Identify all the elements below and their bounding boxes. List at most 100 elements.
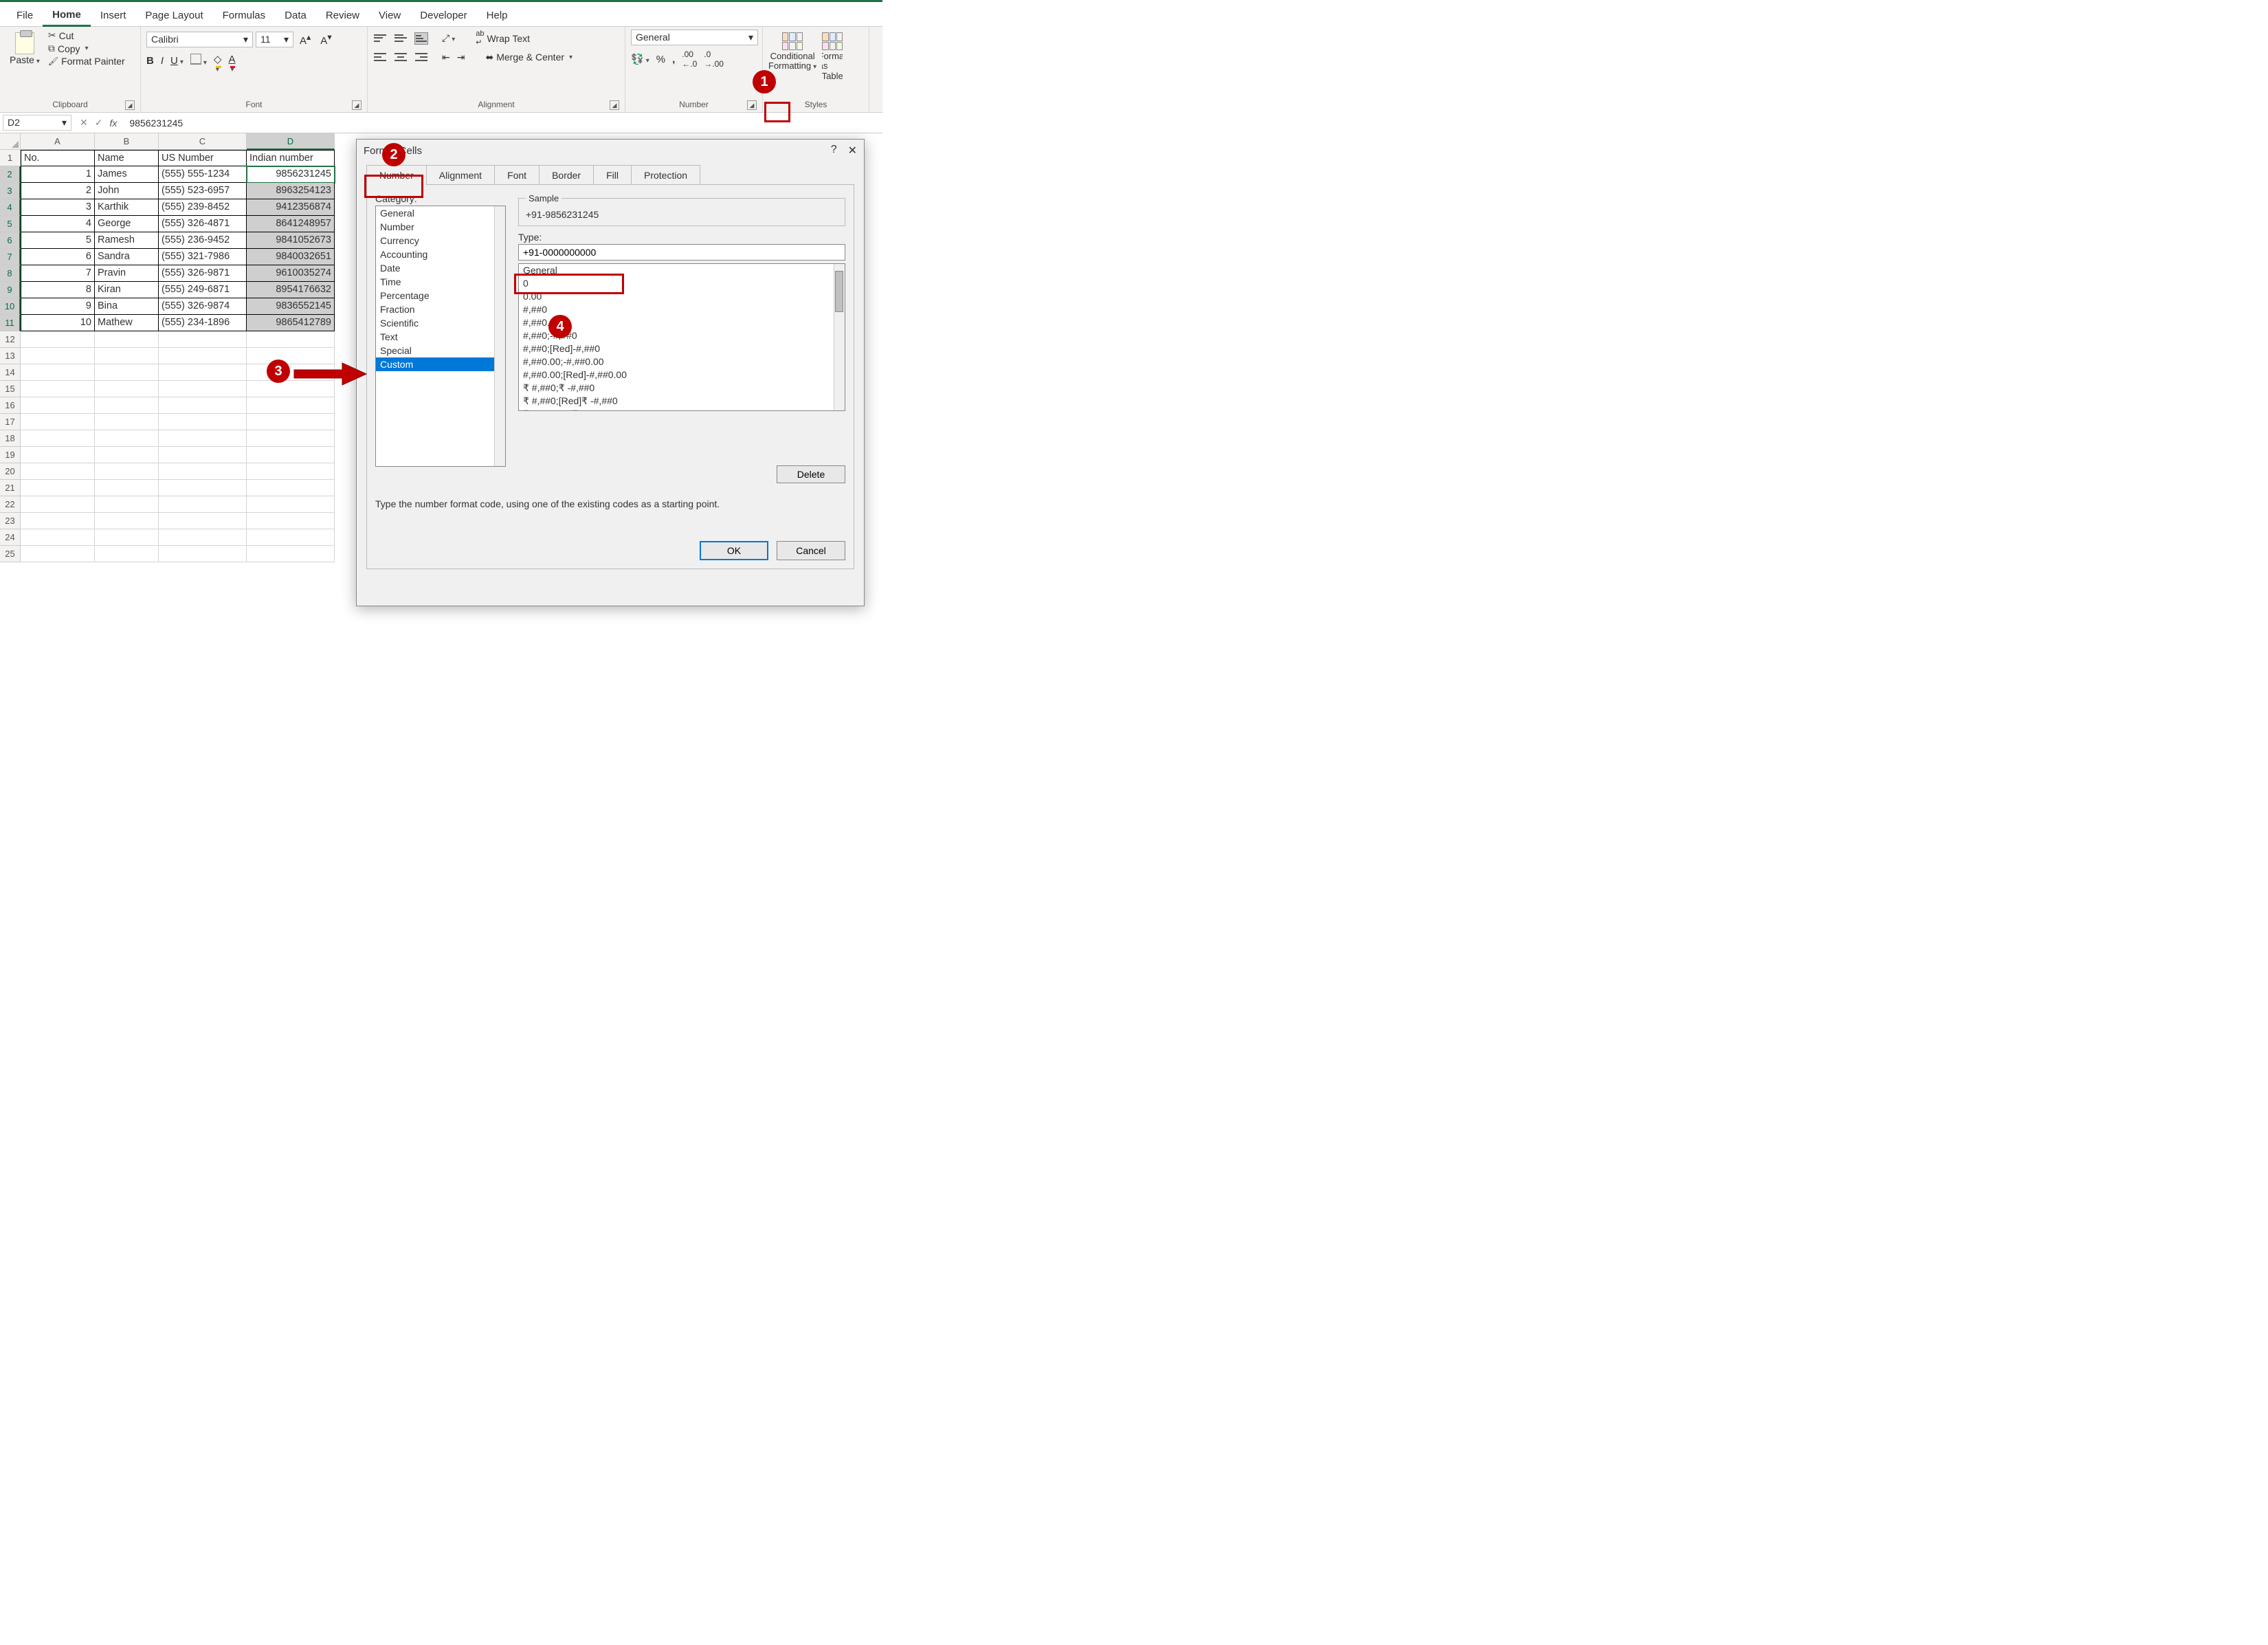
wrap-text-button[interactable]: ab↵Wrap Text: [476, 30, 530, 47]
cell[interactable]: 9840032651: [247, 249, 335, 265]
type-input[interactable]: [518, 244, 845, 261]
category-item[interactable]: Time: [376, 275, 505, 289]
cell[interactable]: [95, 381, 159, 397]
dialog-tab-number[interactable]: Number: [366, 165, 427, 185]
cell[interactable]: 8963254123: [247, 183, 335, 199]
cell[interactable]: (555) 249-6871: [159, 282, 247, 298]
cell[interactable]: 9610035274: [247, 265, 335, 282]
decrease-indent-icon[interactable]: ⇤: [442, 52, 450, 63]
cell[interactable]: [159, 496, 247, 513]
row-header[interactable]: 4: [0, 199, 21, 216]
tab-page-layout[interactable]: Page Layout: [135, 5, 212, 25]
font-size-combo[interactable]: 11▾: [256, 32, 293, 47]
dialog-tab-fill[interactable]: Fill: [594, 165, 632, 185]
tab-developer[interactable]: Developer: [410, 5, 476, 25]
cell[interactable]: 9: [21, 298, 95, 315]
ok-button[interactable]: OK: [700, 541, 768, 560]
cell[interactable]: (555) 555-1234: [159, 166, 247, 183]
fill-color-button[interactable]: ◇: [214, 53, 222, 68]
row-header[interactable]: 20: [0, 463, 21, 480]
cell[interactable]: [159, 430, 247, 447]
row-header[interactable]: 1: [0, 150, 21, 166]
cell[interactable]: (555) 326-4871: [159, 216, 247, 232]
dialog-tab-border[interactable]: Border: [540, 165, 594, 185]
cell[interactable]: [247, 513, 335, 529]
cell[interactable]: Sandra: [95, 249, 159, 265]
cancel-formula-icon[interactable]: ✕: [80, 117, 88, 129]
cell[interactable]: 4: [21, 216, 95, 232]
tab-home[interactable]: Home: [43, 5, 91, 27]
align-left-icon[interactable]: [373, 51, 387, 63]
cell[interactable]: [95, 546, 159, 562]
row-header[interactable]: 21: [0, 480, 21, 496]
cell[interactable]: [159, 414, 247, 430]
name-box[interactable]: D2▾: [3, 115, 71, 131]
format-item[interactable]: ₹ #,##0.00;₹ -#,##0.00: [519, 408, 845, 411]
format-item[interactable]: 0: [519, 277, 845, 290]
category-item[interactable]: General: [376, 206, 505, 220]
cell[interactable]: Pravin: [95, 265, 159, 282]
category-item[interactable]: Accounting: [376, 247, 505, 261]
cell[interactable]: [21, 546, 95, 562]
accounting-format-button[interactable]: 💱: [631, 53, 649, 65]
cell[interactable]: 8641248957: [247, 216, 335, 232]
cell[interactable]: Name: [95, 150, 159, 166]
cell[interactable]: (555) 321-7986: [159, 249, 247, 265]
cell[interactable]: [95, 513, 159, 529]
cell[interactable]: [95, 463, 159, 480]
row-header[interactable]: 3: [0, 183, 21, 199]
tab-insert[interactable]: Insert: [91, 5, 136, 25]
row-header[interactable]: 14: [0, 364, 21, 381]
cell[interactable]: (555) 234-1896: [159, 315, 247, 331]
row-header[interactable]: 16: [0, 397, 21, 414]
align-bottom-icon[interactable]: [414, 32, 428, 45]
align-center-icon[interactable]: [394, 51, 408, 63]
cell[interactable]: 6: [21, 249, 95, 265]
row-header[interactable]: 23: [0, 513, 21, 529]
cell[interactable]: (555) 236-9452: [159, 232, 247, 249]
category-item[interactable]: Fraction: [376, 302, 505, 316]
cell[interactable]: (555) 326-9871: [159, 265, 247, 282]
cell[interactable]: [247, 414, 335, 430]
cell[interactable]: [159, 513, 247, 529]
cell[interactable]: [159, 480, 247, 496]
cell[interactable]: [21, 496, 95, 513]
category-item[interactable]: Special: [376, 344, 505, 357]
cell[interactable]: US Number: [159, 150, 247, 166]
category-item[interactable]: Percentage: [376, 289, 505, 302]
italic-button[interactable]: I: [161, 55, 164, 67]
cell[interactable]: [21, 529, 95, 546]
row-header[interactable]: 11: [0, 315, 21, 331]
row-header[interactable]: 22: [0, 496, 21, 513]
format-as-table-button[interactable]: Format as Table: [822, 32, 843, 81]
alignment-launcher-icon[interactable]: ◢: [610, 100, 619, 110]
delete-button[interactable]: Delete: [777, 465, 845, 483]
tab-data[interactable]: Data: [275, 5, 316, 25]
cancel-button[interactable]: Cancel: [777, 541, 845, 560]
cell[interactable]: 7: [21, 265, 95, 282]
cell[interactable]: 5: [21, 232, 95, 249]
cell[interactable]: [159, 364, 247, 381]
format-item[interactable]: #,##0;[Red]-#,##0: [519, 342, 845, 355]
row-header[interactable]: 6: [0, 232, 21, 249]
cell[interactable]: [95, 430, 159, 447]
percent-button[interactable]: %: [656, 54, 665, 65]
row-header[interactable]: 8: [0, 265, 21, 282]
cell[interactable]: [159, 331, 247, 348]
formula-bar[interactable]: 9856231245: [122, 116, 882, 130]
cell[interactable]: [159, 546, 247, 562]
cell[interactable]: (555) 523-6957: [159, 183, 247, 199]
increase-font-icon[interactable]: A▴: [296, 30, 314, 49]
clipboard-launcher-icon[interactable]: ◢: [125, 100, 135, 110]
category-item[interactable]: Text: [376, 330, 505, 344]
cell[interactable]: [95, 364, 159, 381]
cell[interactable]: Indian number: [247, 150, 335, 166]
format-item[interactable]: #,##0: [519, 303, 845, 316]
tab-view[interactable]: View: [369, 5, 410, 25]
tab-formulas[interactable]: Formulas: [213, 5, 276, 25]
cell[interactable]: [247, 480, 335, 496]
font-color-button[interactable]: A: [228, 54, 235, 68]
cut-button[interactable]: Cut: [48, 30, 125, 41]
cell[interactable]: [95, 480, 159, 496]
column-header[interactable]: D: [247, 133, 335, 150]
